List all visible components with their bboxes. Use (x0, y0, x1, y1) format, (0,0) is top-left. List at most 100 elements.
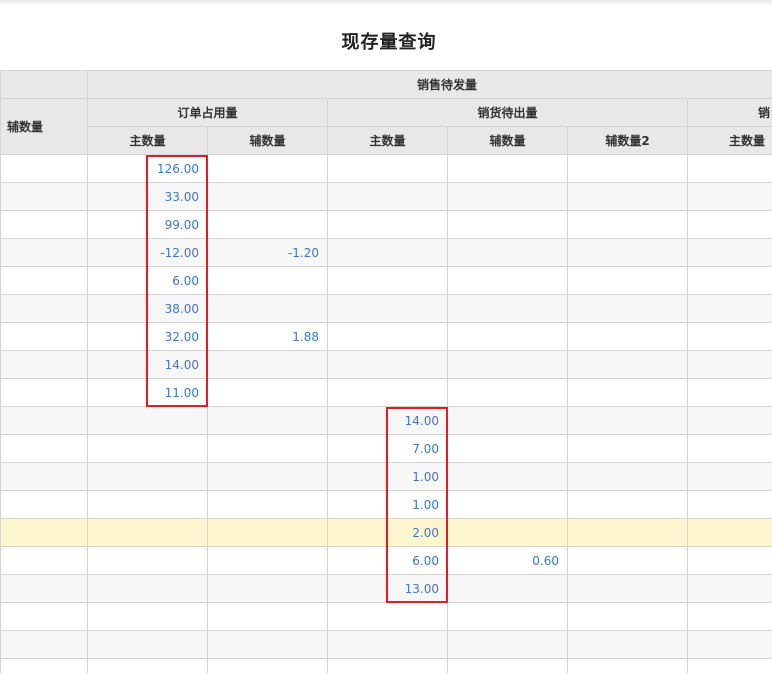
cell-left-aux-qty[interactable] (0, 154, 88, 183)
table-row[interactable]: 1.00 (0, 490, 772, 519)
cell-ship-aux-qty[interactable] (447, 322, 568, 351)
cell-order-main-qty[interactable] (87, 518, 208, 547)
cell-ship-main-qty[interactable]: 14.00 (327, 406, 448, 435)
cell-ship-aux-qty[interactable] (447, 630, 568, 659)
cell-order-main-qty[interactable]: 38.00 (87, 294, 208, 323)
cell-order-aux-qty[interactable] (207, 378, 328, 407)
cell-order-main-qty[interactable]: 33.00 (87, 182, 208, 211)
cell-ship-aux-qty2[interactable] (567, 490, 688, 519)
cell-ship-aux-qty2[interactable] (567, 602, 688, 631)
cell-ship-aux-qty2[interactable] (567, 210, 688, 239)
cell-order-aux-qty[interactable]: -1.20 (207, 238, 328, 267)
cell-next-main-qty[interactable] (686, 434, 772, 463)
table-row[interactable]: -12.00 -1.20 (0, 238, 772, 267)
cell-order-aux-qty[interactable] (207, 546, 328, 575)
cell-next-main-qty[interactable] (686, 630, 772, 659)
table-row[interactable]: 6.00 0.60 (0, 546, 772, 575)
cell-ship-main-qty[interactable] (327, 658, 448, 673)
cell-next-main-qty[interactable] (686, 294, 772, 323)
cell-ship-aux-qty[interactable] (447, 350, 568, 379)
header-sales-to-ship[interactable]: 销货待出量 (327, 98, 688, 127)
cell-order-aux-qty[interactable]: 1.88 (207, 322, 328, 351)
cell-order-aux-qty[interactable] (207, 602, 328, 631)
cell-ship-aux-qty2[interactable] (567, 294, 688, 323)
cell-ship-main-qty[interactable]: 2.00 (327, 518, 448, 547)
cell-ship-aux-qty[interactable] (447, 378, 568, 407)
table-row[interactable]: 33.00 (0, 182, 772, 211)
cell-next-main-qty[interactable] (686, 546, 772, 575)
cell-ship-main-qty[interactable]: 1.00 (327, 462, 448, 491)
header-ship-main-qty[interactable]: 主数量 (327, 126, 448, 155)
cell-ship-aux-qty[interactable] (447, 574, 568, 603)
header-order-main-qty[interactable]: 主数量 (87, 126, 208, 155)
cell-left-aux-qty[interactable] (0, 518, 88, 547)
cell-left-aux-qty[interactable] (0, 182, 88, 211)
cell-ship-aux-qty[interactable] (447, 266, 568, 295)
cell-order-aux-qty[interactable] (207, 210, 328, 239)
cell-ship-aux-qty[interactable] (447, 210, 568, 239)
cell-ship-aux-qty[interactable] (447, 434, 568, 463)
cell-order-main-qty[interactable]: 14.00 (87, 350, 208, 379)
cell-ship-aux-qty[interactable] (447, 406, 568, 435)
cell-next-main-qty[interactable] (686, 658, 772, 673)
header-next-main-qty[interactable]: 主数量 (686, 126, 772, 155)
cell-ship-aux-qty2[interactable] (567, 350, 688, 379)
cell-ship-aux-qty2[interactable] (567, 378, 688, 407)
cell-ship-main-qty[interactable] (327, 378, 448, 407)
cell-order-main-qty[interactable] (87, 602, 208, 631)
cell-ship-aux-qty[interactable]: 0.60 (447, 546, 568, 575)
table-row[interactable]: 2.00 (0, 518, 772, 547)
cell-order-aux-qty[interactable] (207, 294, 328, 323)
cell-left-aux-qty[interactable] (0, 658, 88, 673)
cell-next-main-qty[interactable] (686, 574, 772, 603)
table-row[interactable]: 32.00 1.88 (0, 322, 772, 351)
table-row[interactable]: 6.00 (0, 266, 772, 295)
cell-ship-aux-qty2[interactable] (567, 462, 688, 491)
header-order-occupied[interactable]: 订单占用量 (87, 98, 328, 127)
cell-left-aux-qty[interactable] (0, 630, 88, 659)
cell-left-aux-qty[interactable] (0, 266, 88, 295)
cell-order-aux-qty[interactable] (207, 434, 328, 463)
cell-order-main-qty[interactable] (87, 462, 208, 491)
cell-left-aux-qty[interactable] (0, 378, 88, 407)
cell-next-main-qty[interactable] (686, 350, 772, 379)
cell-order-main-qty[interactable] (87, 434, 208, 463)
table-row[interactable]: 13.00 (0, 574, 772, 603)
cell-order-main-qty[interactable]: 126.00 (87, 154, 208, 183)
table-row[interactable] (0, 602, 772, 631)
cell-order-main-qty[interactable] (87, 658, 208, 673)
table-row[interactable]: 126.00 (0, 154, 772, 183)
cell-left-aux-qty[interactable] (0, 602, 88, 631)
cell-order-aux-qty[interactable] (207, 154, 328, 183)
cell-order-main-qty[interactable] (87, 490, 208, 519)
cell-order-aux-qty[interactable] (207, 490, 328, 519)
cell-left-aux-qty[interactable] (0, 294, 88, 323)
table-row[interactable] (0, 658, 772, 673)
cell-order-aux-qty[interactable] (207, 630, 328, 659)
cell-left-aux-qty[interactable] (0, 322, 88, 351)
cell-order-aux-qty[interactable] (207, 462, 328, 491)
cell-order-main-qty[interactable]: 11.00 (87, 378, 208, 407)
cell-left-aux-qty[interactable] (0, 238, 88, 267)
cell-next-main-qty[interactable] (686, 462, 772, 491)
cell-next-main-qty[interactable] (686, 490, 772, 519)
cell-order-main-qty[interactable] (87, 630, 208, 659)
cell-ship-main-qty[interactable]: 6.00 (327, 546, 448, 575)
table-row[interactable]: 1.00 (0, 462, 772, 491)
cell-ship-aux-qty[interactable] (447, 182, 568, 211)
cell-next-main-qty[interactable] (686, 210, 772, 239)
cell-ship-aux-qty2[interactable] (567, 406, 688, 435)
cell-left-aux-qty[interactable] (0, 490, 88, 519)
cell-ship-main-qty[interactable] (327, 630, 448, 659)
cell-ship-aux-qty2[interactable] (567, 154, 688, 183)
cell-ship-main-qty[interactable]: 13.00 (327, 574, 448, 603)
cell-order-aux-qty[interactable] (207, 406, 328, 435)
cell-next-main-qty[interactable] (686, 154, 772, 183)
cell-next-main-qty[interactable] (686, 182, 772, 211)
cell-ship-aux-qty2[interactable] (567, 434, 688, 463)
header-sales-pending[interactable]: 销售待发量 (86, 70, 772, 99)
table-row[interactable]: 11.00 (0, 378, 772, 407)
cell-order-main-qty[interactable]: 6.00 (87, 266, 208, 295)
header-clipped-group[interactable]: 销 (686, 98, 772, 127)
cell-order-aux-qty[interactable] (207, 574, 328, 603)
